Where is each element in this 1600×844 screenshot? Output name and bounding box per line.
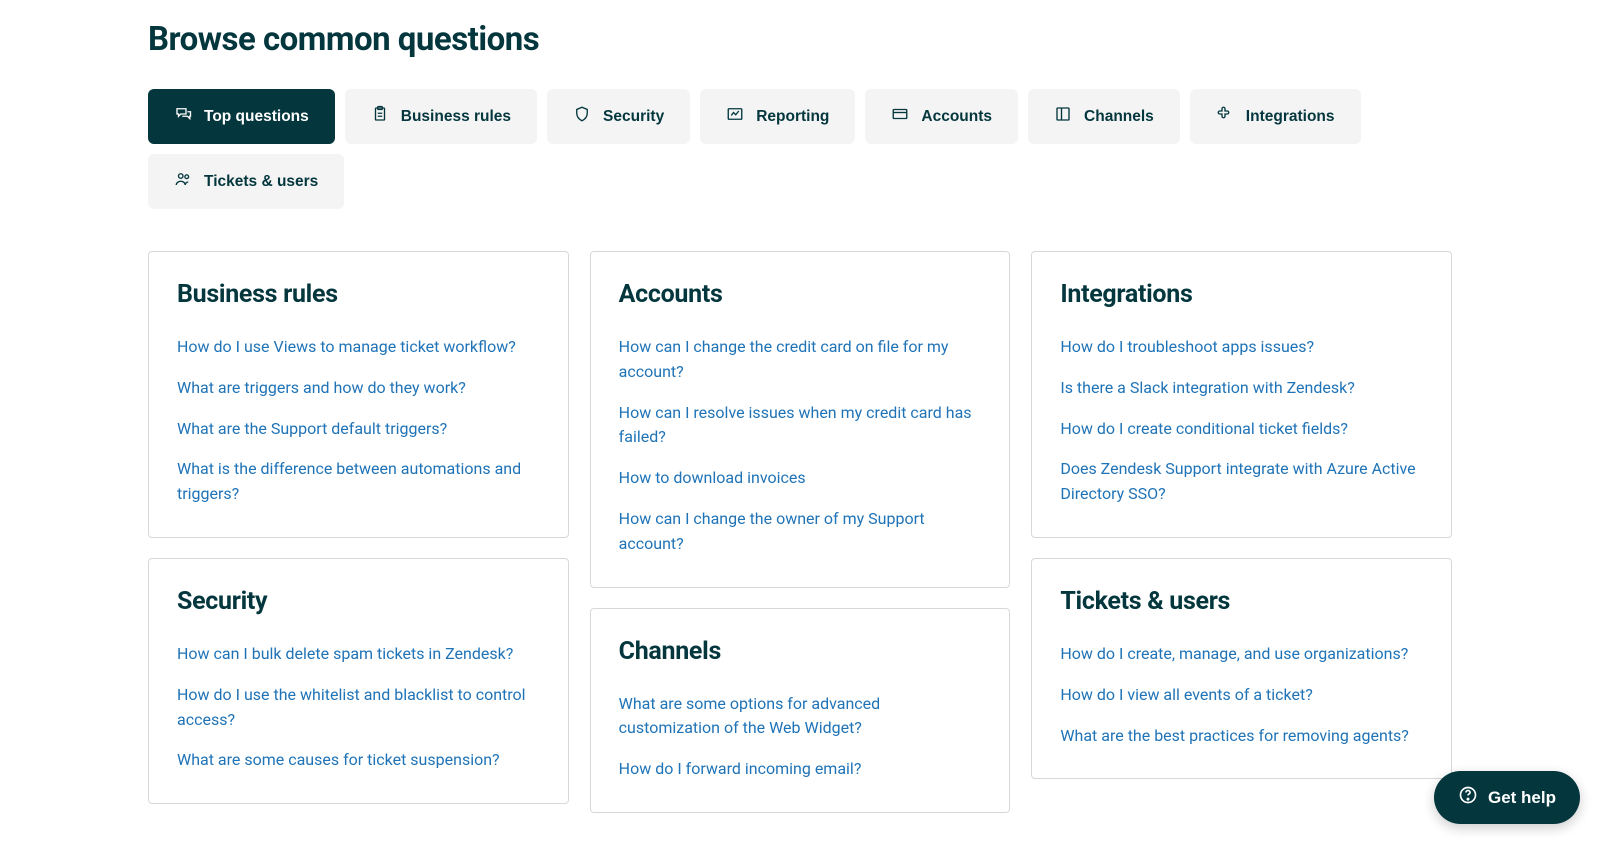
card-accounts: Accounts How can I change the credit car… bbox=[590, 251, 1011, 588]
question-link[interactable]: What are some causes for ticket suspensi… bbox=[177, 750, 500, 769]
card-title: Tickets & users bbox=[1060, 587, 1423, 616]
list-item: What are triggers and how do they work? bbox=[177, 376, 540, 401]
tab-label: Security bbox=[603, 108, 664, 126]
get-help-widget[interactable]: Get help bbox=[1434, 771, 1580, 824]
card-title: Integrations bbox=[1060, 280, 1423, 309]
card-icon bbox=[891, 105, 909, 128]
card-title: Business rules bbox=[177, 280, 540, 309]
list-item: How do I use Views to manage ticket work… bbox=[177, 335, 540, 360]
question-link[interactable]: What are the best practices for removing… bbox=[1060, 726, 1409, 745]
page-title: Browse common questions bbox=[148, 20, 1452, 59]
card-integrations: Integrations How do I troubleshoot apps … bbox=[1031, 251, 1452, 538]
help-label: Get help bbox=[1488, 788, 1556, 808]
card-security: Security How can I bulk delete spam tick… bbox=[148, 558, 569, 804]
question-link[interactable]: How do I troubleshoot apps issues? bbox=[1060, 337, 1314, 356]
card-title: Channels bbox=[619, 637, 982, 666]
tab-label: Integrations bbox=[1246, 108, 1335, 126]
card-tickets-users: Tickets & users How do I create, manage,… bbox=[1031, 558, 1452, 779]
chart-icon bbox=[726, 105, 744, 128]
question-link[interactable]: How can I resolve issues when my credit … bbox=[619, 403, 972, 447]
list-item: What are the Support default triggers? bbox=[177, 417, 540, 442]
tab-label: Channels bbox=[1084, 108, 1154, 126]
list-item: What are some causes for ticket suspensi… bbox=[177, 748, 540, 773]
list-item: How can I bulk delete spam tickets in Ze… bbox=[177, 642, 540, 667]
users-icon bbox=[174, 170, 192, 193]
question-link[interactable]: How do I forward incoming email? bbox=[619, 759, 862, 778]
card-title: Security bbox=[177, 587, 540, 616]
category-tabs: Top questions Business rules Security Re… bbox=[148, 89, 1452, 209]
card-title: Accounts bbox=[619, 280, 982, 309]
question-link[interactable]: How do I view all events of a ticket? bbox=[1060, 685, 1312, 704]
question-link[interactable]: How do I use Views to manage ticket work… bbox=[177, 337, 516, 356]
question-link[interactable]: Does Zendesk Support integrate with Azur… bbox=[1060, 459, 1415, 503]
puzzle-icon bbox=[1216, 105, 1234, 128]
card-channels: Channels What are some options for advan… bbox=[590, 608, 1011, 813]
tab-integrations[interactable]: Integrations bbox=[1190, 89, 1361, 144]
list-item: What is the difference between automatio… bbox=[177, 457, 540, 507]
list-item: How can I change the credit card on file… bbox=[619, 335, 982, 385]
question-link[interactable]: How do I use the whitelist and blacklist… bbox=[177, 685, 526, 729]
list-item: How do I troubleshoot apps issues? bbox=[1060, 335, 1423, 360]
chat-icon bbox=[174, 105, 192, 128]
question-link[interactable]: What is the difference between automatio… bbox=[177, 459, 521, 503]
question-link[interactable]: How do I create, manage, and use organiz… bbox=[1060, 644, 1408, 663]
cards-grid: Business rules How do I use Views to man… bbox=[148, 251, 1452, 813]
tab-accounts[interactable]: Accounts bbox=[865, 89, 1018, 144]
tab-tickets-users[interactable]: Tickets & users bbox=[148, 154, 344, 209]
tab-label: Top questions bbox=[204, 108, 309, 126]
question-link[interactable]: How to download invoices bbox=[619, 468, 806, 487]
clipboard-icon bbox=[371, 105, 389, 128]
tab-label: Tickets & users bbox=[204, 173, 318, 191]
question-link[interactable]: What are triggers and how do they work? bbox=[177, 378, 466, 397]
help-icon bbox=[1458, 785, 1478, 810]
question-link[interactable]: What are some options for advanced custo… bbox=[619, 694, 881, 738]
list-item: How do I use the whitelist and blacklist… bbox=[177, 683, 540, 733]
tab-business-rules[interactable]: Business rules bbox=[345, 89, 537, 144]
list-item: Does Zendesk Support integrate with Azur… bbox=[1060, 457, 1423, 507]
question-link[interactable]: Is there a Slack integration with Zendes… bbox=[1060, 378, 1354, 397]
list-item: How do I create, manage, and use organiz… bbox=[1060, 642, 1423, 667]
tab-label: Accounts bbox=[921, 108, 992, 126]
list-item: How do I create conditional ticket field… bbox=[1060, 417, 1423, 442]
list-item: How to download invoices bbox=[619, 466, 982, 491]
list-item: How can I resolve issues when my credit … bbox=[619, 401, 982, 451]
shield-icon bbox=[573, 105, 591, 128]
question-link[interactable]: What are the Support default triggers? bbox=[177, 419, 447, 438]
tab-label: Business rules bbox=[401, 108, 511, 126]
question-link[interactable]: How do I create conditional ticket field… bbox=[1060, 419, 1348, 438]
question-link[interactable]: How can I change the credit card on file… bbox=[619, 337, 949, 381]
tab-label: Reporting bbox=[756, 108, 829, 126]
tab-top-questions[interactable]: Top questions bbox=[148, 89, 335, 144]
tab-reporting[interactable]: Reporting bbox=[700, 89, 855, 144]
list-item: How can I change the owner of my Support… bbox=[619, 507, 982, 557]
question-link[interactable]: How can I change the owner of my Support… bbox=[619, 509, 925, 553]
question-link[interactable]: How can I bulk delete spam tickets in Ze… bbox=[177, 644, 513, 663]
tab-security[interactable]: Security bbox=[547, 89, 690, 144]
list-item: How do I view all events of a ticket? bbox=[1060, 683, 1423, 708]
list-item: How do I forward incoming email? bbox=[619, 757, 982, 782]
list-item: What are some options for advanced custo… bbox=[619, 692, 982, 742]
panel-icon bbox=[1054, 105, 1072, 128]
list-item: Is there a Slack integration with Zendes… bbox=[1060, 376, 1423, 401]
tab-channels[interactable]: Channels bbox=[1028, 89, 1180, 144]
card-business-rules: Business rules How do I use Views to man… bbox=[148, 251, 569, 538]
list-item: What are the best practices for removing… bbox=[1060, 724, 1423, 749]
